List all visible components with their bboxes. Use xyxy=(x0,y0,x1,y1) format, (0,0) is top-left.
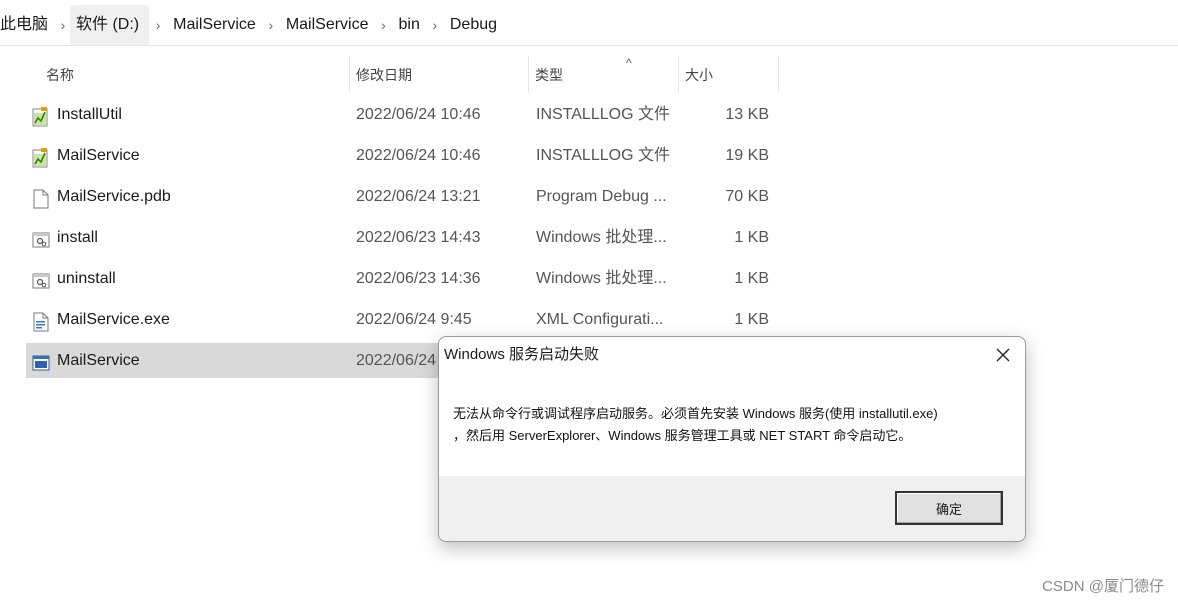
breadcrumb-drive-d[interactable]: 软件 (D:) xyxy=(70,4,150,45)
column-header: 名称 修改日期 类型 大小 ^ xyxy=(30,56,780,92)
error-dialog: Windows 服务启动失败 无法从命令行或调试程序启动服务。必须首先安装 Wi… xyxy=(438,336,1026,542)
dialog-message-line-1: 无法从命令行或调试程序启动服务。必须首先安装 Windows 服务(使用 ins… xyxy=(453,406,938,421)
list-item[interactable]: uninstall 2022/06/23 14:36 Windows 批处理..… xyxy=(26,261,786,296)
config-file-icon xyxy=(32,310,50,332)
file-size: 19 KB xyxy=(725,147,769,164)
list-item[interactable]: InstallUtil 2022/06/24 10:46 INSTALLLOG … xyxy=(26,97,786,132)
list-item[interactable]: MailService 2022/06/24 10:46 INSTALLLOG … xyxy=(26,138,786,173)
file-date: 2022/06/24 10:46 xyxy=(356,106,481,123)
file-date: 2022/06/24 13:21 xyxy=(356,188,481,205)
dialog-message: 无法从命令行或调试程序启动服务。必须首先安装 Windows 服务(使用 ins… xyxy=(453,403,1013,447)
installlog-file-icon xyxy=(32,146,50,168)
dialog-title: Windows 服务启动失败 xyxy=(444,346,600,363)
blank-file-icon xyxy=(32,187,50,209)
chevron-right-icon[interactable]: › xyxy=(375,17,393,33)
file-type: Windows 批处理... xyxy=(536,270,667,287)
list-item[interactable]: MailService.pdb 2022/06/24 13:21 Program… xyxy=(26,179,786,214)
file-type: INSTALLLOG 文件 xyxy=(536,147,670,164)
file-date: 2022/06/24 xyxy=(356,352,437,369)
file-date: 2022/06/24 10:46 xyxy=(356,147,481,164)
file-type: XML Configurati... xyxy=(536,311,664,328)
chevron-right-icon[interactable]: › xyxy=(426,17,444,33)
file-name: InstallUtil xyxy=(57,106,122,123)
file-name: MailService.pdb xyxy=(57,188,171,205)
installlog-file-icon xyxy=(32,105,50,127)
breadcrumb-debug[interactable]: Debug xyxy=(444,5,503,45)
column-size[interactable]: 大小 xyxy=(679,56,779,92)
file-name: MailService.exe xyxy=(57,311,170,328)
file-type: INSTALLLOG 文件 xyxy=(536,106,670,123)
ok-button[interactable]: 确定 xyxy=(895,491,1003,525)
file-size: 1 KB xyxy=(734,270,769,287)
file-name: install xyxy=(57,229,98,246)
address-breadcrumb: 此电脑 › 软件 (D:) › MailService › MailServic… xyxy=(0,4,1178,46)
file-date: 2022/06/24 9:45 xyxy=(356,311,472,328)
column-name[interactable]: 名称 xyxy=(30,56,350,92)
file-name: MailService xyxy=(57,352,140,369)
file-size: 1 KB xyxy=(734,229,769,246)
file-type: Program Debug ... xyxy=(536,188,667,205)
batch-file-icon xyxy=(32,228,50,248)
column-type[interactable]: 类型 xyxy=(529,56,679,92)
chevron-right-icon[interactable]: › xyxy=(149,17,167,33)
file-date: 2022/06/23 14:36 xyxy=(356,270,481,287)
dialog-footer: 确定 xyxy=(439,476,1025,541)
file-type: Windows 批处理... xyxy=(536,229,667,246)
file-size: 13 KB xyxy=(725,106,769,123)
chevron-right-icon[interactable]: › xyxy=(262,17,280,33)
file-size: 70 KB xyxy=(725,188,769,205)
column-date-modified[interactable]: 修改日期 xyxy=(350,56,529,92)
list-item[interactable]: install 2022/06/23 14:43 Windows 批处理... … xyxy=(26,220,786,255)
list-item[interactable]: MailService.exe 2022/06/24 9:45 XML Conf… xyxy=(26,302,786,337)
dialog-message-line-2: ，然后用 ServerExplorer、Windows 服务管理工具或 NET … xyxy=(453,428,912,443)
exe-file-icon xyxy=(32,351,50,371)
file-size: 1 KB xyxy=(734,311,769,328)
batch-file-icon xyxy=(32,269,50,289)
breadcrumb-mailservice-1[interactable]: MailService xyxy=(167,5,262,45)
watermark: CSDN @厦门德仔 xyxy=(1042,578,1164,595)
breadcrumb-this-pc[interactable]: 此电脑 xyxy=(0,5,54,45)
file-name: uninstall xyxy=(57,270,116,287)
file-date: 2022/06/23 14:43 xyxy=(356,229,481,246)
sort-ascending-icon: ^ xyxy=(626,56,632,70)
breadcrumb-bin[interactable]: bin xyxy=(393,5,426,45)
file-name: MailService xyxy=(57,147,140,164)
breadcrumb-mailservice-2[interactable]: MailService xyxy=(280,5,375,45)
close-icon[interactable] xyxy=(987,340,1019,370)
